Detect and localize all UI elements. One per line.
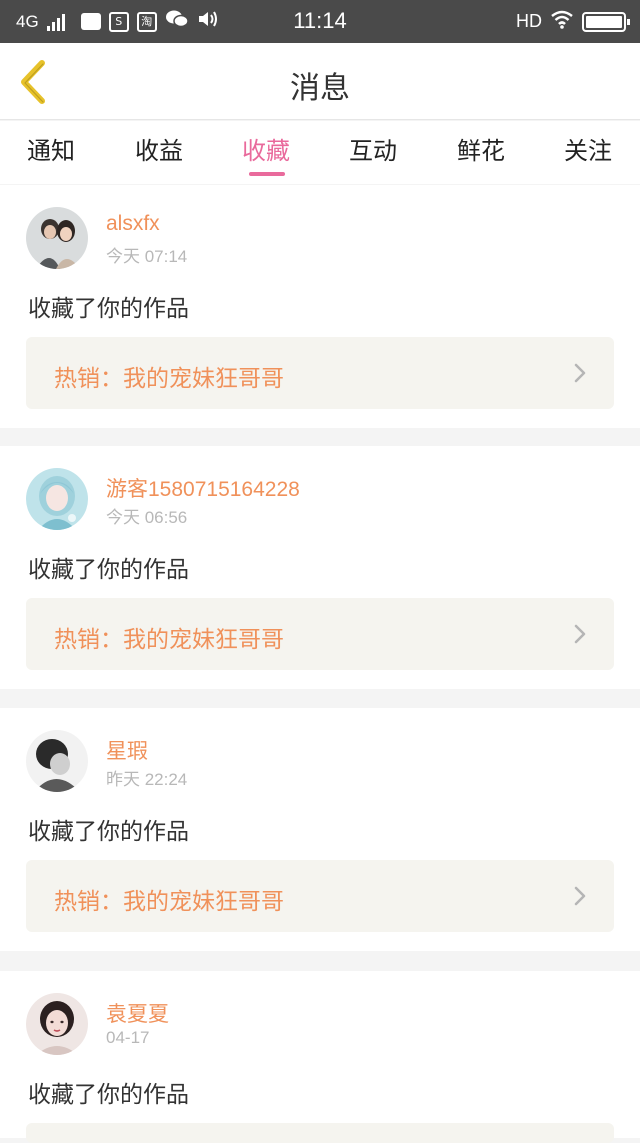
hd-label: HD xyxy=(516,11,542,31)
username[interactable]: 袁夏夏 xyxy=(106,998,169,1028)
battery-icon xyxy=(582,11,630,32)
timestamp: 今天 07:14 xyxy=(106,247,188,266)
avatar[interactable] xyxy=(26,207,88,269)
work-link[interactable]: 热销：我的宠妹狂哥哥 xyxy=(26,860,614,932)
tab-favorites[interactable]: 收藏 xyxy=(216,131,316,166)
work-link[interactable] xyxy=(26,1123,614,1143)
work-link[interactable]: 热销：我的宠妹狂哥哥 xyxy=(26,337,614,409)
message-card: 星瑕 昨天 22:24 收藏了你的作品 热销：我的宠妹狂哥哥 xyxy=(0,708,640,951)
timestamp: 今天 06:56 xyxy=(106,508,188,527)
work-link[interactable]: 热销：我的宠妹狂哥哥 xyxy=(26,598,614,670)
username[interactable]: alsxfx xyxy=(106,212,160,236)
chevron-right-icon xyxy=(574,363,586,383)
action-text: 收藏了你的作品 xyxy=(28,1082,189,1108)
action-text: 收藏了你的作品 xyxy=(28,557,189,583)
timestamp: 昨天 22:24 xyxy=(106,770,188,789)
status-bar: 4G S 淘 11:14 HD xyxy=(0,0,640,43)
wifi-icon xyxy=(550,9,574,34)
chevron-right-icon xyxy=(574,624,586,644)
tab-earnings[interactable]: 收益 xyxy=(109,131,209,166)
active-tab-indicator xyxy=(249,172,285,176)
message-card: alsxfx 今天 07:14 收藏了你的作品 热销：我的宠妹狂哥哥 xyxy=(0,185,640,428)
tab-follows[interactable]: 关注 xyxy=(538,131,638,166)
tab-interactions[interactable]: 互动 xyxy=(323,131,423,166)
chevron-right-icon xyxy=(574,886,586,906)
avatar[interactable] xyxy=(26,730,88,792)
action-text: 收藏了你的作品 xyxy=(28,819,189,845)
message-card: 袁夏夏 04-17 收藏了你的作品 xyxy=(0,971,640,1143)
username[interactable]: 星瑕 xyxy=(106,735,148,765)
work-title: 热销：我的宠妹狂哥哥 xyxy=(54,366,284,392)
tab-flowers[interactable]: 鲜花 xyxy=(431,131,531,166)
nav-bar: 消息 xyxy=(0,43,640,120)
work-title: 热销：我的宠妹狂哥哥 xyxy=(54,627,284,653)
tab-notifications[interactable]: 通知 xyxy=(1,131,101,166)
work-title: 热销：我的宠妹狂哥哥 xyxy=(54,889,284,915)
avatar[interactable] xyxy=(26,468,88,530)
username[interactable]: 游客1580715164228 xyxy=(106,473,300,503)
timestamp: 04-17 xyxy=(106,1028,150,1047)
avatar[interactable] xyxy=(26,993,88,1055)
tab-bar: 通知 收益 收藏 互动 鲜花 关注 xyxy=(0,121,640,184)
page-title: 消息 xyxy=(290,71,350,106)
action-text: 收藏了你的作品 xyxy=(28,296,189,322)
message-card: 游客1580715164228 今天 06:56 收藏了你的作品 热销：我的宠妹… xyxy=(0,446,640,689)
